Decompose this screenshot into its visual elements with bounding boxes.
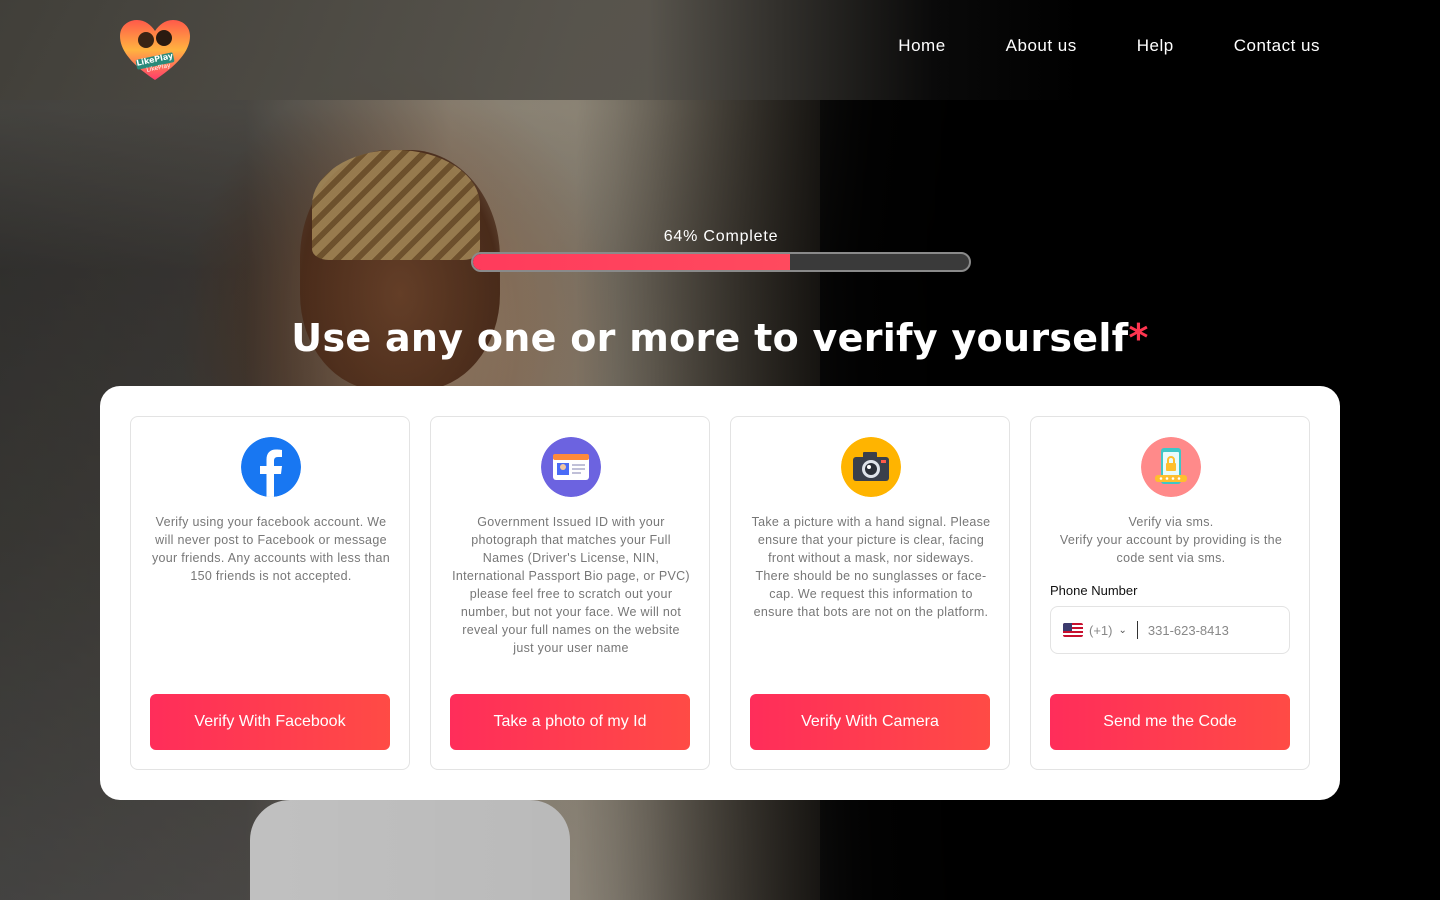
site-header: LikePlay LikePlay Home About us Help Con… bbox=[0, 0, 1440, 100]
us-flag-icon[interactable] bbox=[1063, 623, 1083, 637]
page-title-text: Use any one or more to verify yourself bbox=[291, 316, 1129, 360]
phone-number-input[interactable] bbox=[1147, 622, 1268, 638]
chevron-down-icon[interactable]: ⌄ bbox=[1118, 625, 1126, 636]
required-asterisk: * bbox=[1128, 316, 1149, 360]
facebook-icon bbox=[241, 437, 301, 497]
sms-description-line1: Verify via sms. bbox=[1128, 515, 1214, 529]
facebook-verify-card: Verify using your facebook account. We w… bbox=[130, 416, 410, 770]
id-card-icon bbox=[541, 437, 601, 497]
phone-number-field: (+1) ⌄ bbox=[1050, 606, 1290, 654]
take-photo-of-id-button[interactable]: Take a photo of my Id bbox=[450, 694, 690, 750]
send-code-button[interactable]: Send me the Code bbox=[1050, 694, 1290, 750]
camera-icon bbox=[841, 437, 901, 497]
id-card-description: Government Issued ID with your photograp… bbox=[452, 515, 690, 655]
sms-card-description: Verify via sms. Verify your account by p… bbox=[1051, 513, 1291, 567]
camera-card-description: Take a picture with a hand signal. Pleas… bbox=[751, 515, 991, 619]
sms-description-line2: Verify your account by providing is the … bbox=[1059, 533, 1283, 565]
id-verify-card: Government Issued ID with your photograp… bbox=[430, 416, 710, 770]
country-code-select[interactable]: (+1) bbox=[1089, 623, 1112, 638]
likeplay-logo[interactable]: LikePlay LikePlay bbox=[118, 18, 192, 82]
verify-with-camera-button[interactable]: Verify With Camera bbox=[750, 694, 990, 750]
sms-verify-card: Verify via sms. Verify your account by p… bbox=[1030, 416, 1310, 770]
progress-label: 64% Complete bbox=[663, 228, 779, 245]
phone-lock-icon bbox=[1141, 437, 1201, 497]
progress-bar bbox=[471, 252, 971, 272]
progress-section: 64% Complete bbox=[471, 228, 971, 272]
camera-verify-card: Take a picture with a hand signal. Pleas… bbox=[730, 416, 1010, 770]
nav-contact-us[interactable]: Contact us bbox=[1234, 36, 1320, 56]
nav-about-us[interactable]: About us bbox=[1006, 36, 1077, 56]
main-nav: Home About us Help Contact us bbox=[898, 36, 1320, 56]
facebook-card-description: Verify using your facebook account. We w… bbox=[151, 515, 391, 583]
progress-fill bbox=[473, 254, 791, 270]
nav-home[interactable]: Home bbox=[898, 36, 945, 56]
field-divider bbox=[1136, 621, 1138, 639]
phone-number-label: Phone Number bbox=[1050, 583, 1138, 598]
verification-panel: Verify using your facebook account. We w… bbox=[100, 386, 1340, 800]
verify-with-facebook-button[interactable]: Verify With Facebook bbox=[150, 694, 390, 750]
page-title: Use any one or more to verify yourself* bbox=[0, 316, 1440, 360]
nav-help[interactable]: Help bbox=[1137, 36, 1174, 56]
